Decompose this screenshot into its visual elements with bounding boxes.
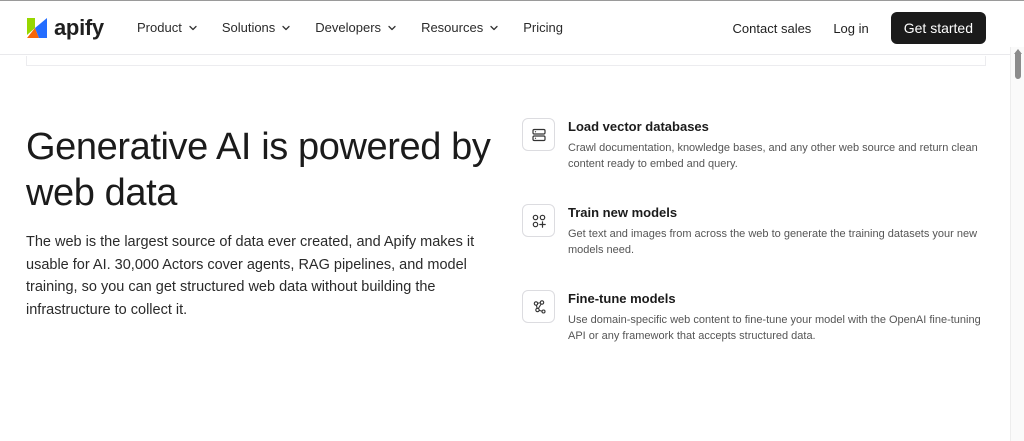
nav-item-label: Solutions [221,20,276,35]
nav-item-label: Resources [421,20,484,35]
brand-name: apify [54,15,104,40]
main-menu: Product Solutions Developers Resources P… [137,20,587,35]
nav-item-solutions[interactable]: Solutions [222,20,291,35]
contact-sales-link[interactable]: Contact sales [733,21,812,36]
chevron-down-icon [188,23,198,33]
feature-title: Load vector databases [568,119,709,134]
apify-logo[interactable]: apify [26,15,104,41]
chevron-down-icon [489,23,499,33]
nav-item-pricing[interactable]: Pricing [523,20,563,35]
nav-item-resources[interactable]: Resources [421,20,499,35]
feature-title: Train new models [568,205,678,220]
grid-plus-icon [522,204,555,237]
scrollbar-thumb[interactable] [1015,51,1021,79]
hero-description: The web is the largest source of data ev… [26,234,475,318]
nav-item-label: Product [137,20,182,35]
hero-headline: Generative AI is powered by web data [26,126,491,214]
database-icon [522,118,555,151]
nav-actions: Contact sales Log in Get started [733,12,986,44]
nav-item-label: Developers [315,20,382,35]
get-started-button[interactable]: Get started [890,12,986,44]
nav-item-label: Pricing [523,20,563,35]
feature-description: Get text and images from across the web … [568,228,978,256]
chevron-down-icon [387,23,397,33]
top-navigation: apify Product Solutions Developers Resou… [0,1,1010,55]
chevron-down-icon [281,23,291,33]
section-frame-divider [26,56,986,66]
page-scrollbar[interactable] [1010,47,1024,441]
nav-item-developers[interactable]: Developers [315,20,397,35]
apify-logo-icon [27,18,47,38]
feature-description: Use domain-specific web content to fine-… [568,314,981,342]
feature-description: Crawl documentation, knowledge bases, an… [568,142,978,170]
log-in-link[interactable]: Log in [833,21,868,36]
nav-item-product[interactable]: Product [137,20,198,35]
network-icon [522,290,555,323]
feature-title: Fine-tune models [568,291,676,306]
